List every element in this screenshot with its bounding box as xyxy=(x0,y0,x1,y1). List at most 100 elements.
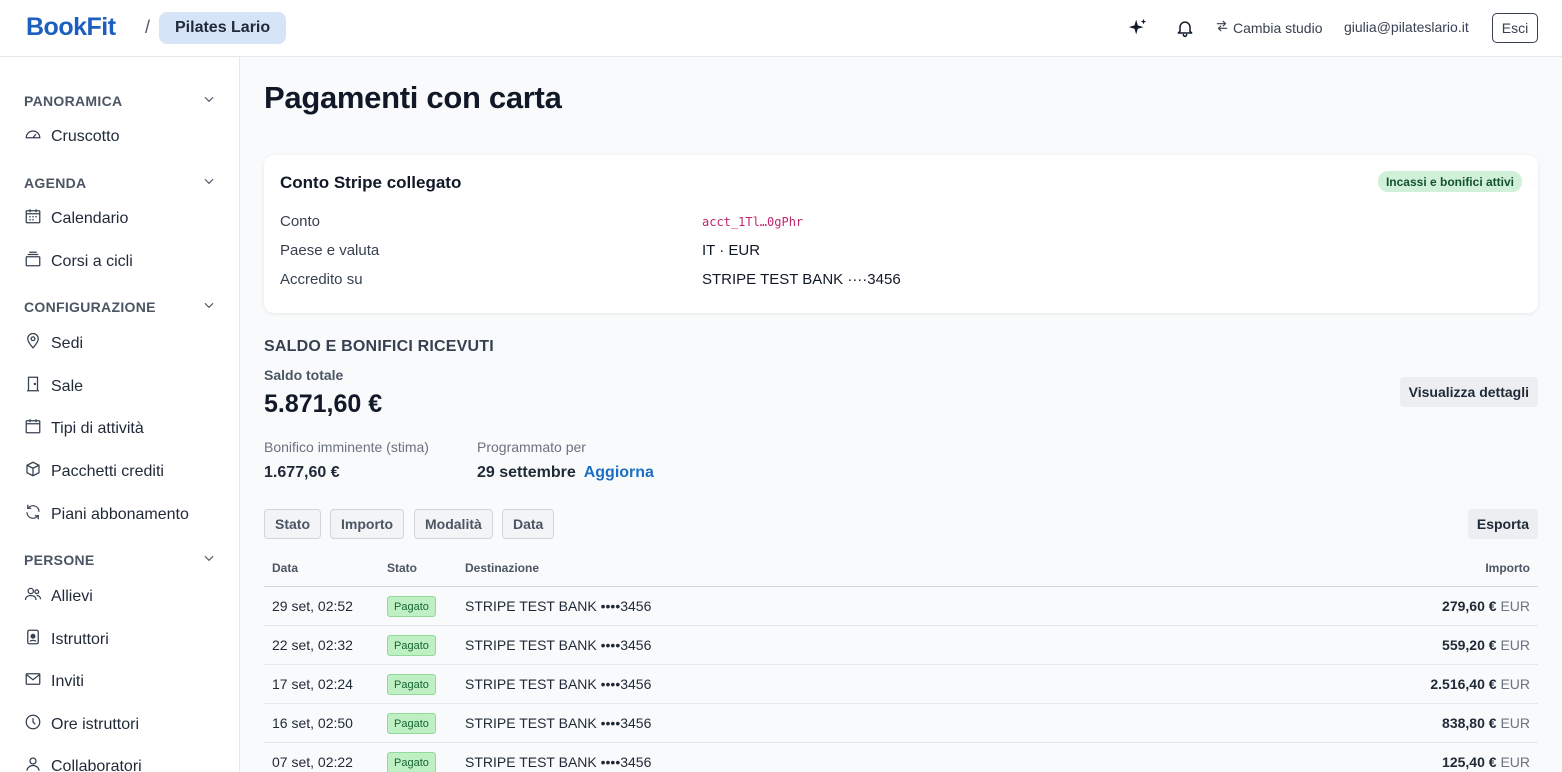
section-agenda[interactable]: AGENDA xyxy=(24,174,216,191)
payout-destination-label: Accredito su xyxy=(280,271,363,288)
row-date: 29 set, 02:52 xyxy=(272,598,353,614)
row-amount: 279,60 € EUR xyxy=(1442,598,1530,614)
amount-currency: EUR xyxy=(1500,598,1530,614)
row-destination: STRIPE TEST BANK ••••3456 xyxy=(465,676,652,692)
table-row[interactable]: 22 set, 02:32 Pagato STRIPE TEST BANK ••… xyxy=(264,626,1538,665)
layers-icon xyxy=(24,250,42,273)
amount-value: 838,80 € xyxy=(1442,715,1497,731)
sidebar-item-collaboratori[interactable]: Collaboratori xyxy=(24,755,142,772)
section-title: PANORAMICA xyxy=(24,92,123,109)
table-row[interactable]: 29 set, 02:52 Pagato STRIPE TEST BANK ••… xyxy=(264,587,1538,626)
stripe-account-card: Conto Stripe collegato Incassi e bonific… xyxy=(264,155,1538,313)
balance-section-title: SALDO E BONIFICI RICEVUTI xyxy=(264,338,494,355)
sidebar-item-label: Cruscotto xyxy=(51,127,120,145)
gauge-icon xyxy=(24,125,42,148)
chevron-down-icon xyxy=(202,551,216,568)
account-id-value: acct_1Tl…0gPhr xyxy=(702,215,804,229)
sidebar-item-cruscotto[interactable]: Cruscotto xyxy=(24,125,119,148)
chevron-down-icon xyxy=(202,92,216,109)
switch-studio-label: Cambia studio xyxy=(1233,19,1323,36)
row-date: 16 set, 02:50 xyxy=(272,715,353,731)
swap-icon xyxy=(1215,19,1229,36)
section-configurazione[interactable]: CONFIGURAZIONE xyxy=(24,298,216,315)
amount-value: 2.516,40 € xyxy=(1430,676,1497,692)
row-amount: 2.516,40 € EUR xyxy=(1430,676,1530,692)
row-destination: STRIPE TEST BANK ••••3456 xyxy=(465,754,652,770)
filter-date-button[interactable]: Data xyxy=(502,509,555,539)
column-header-status[interactable]: Stato xyxy=(387,561,417,575)
row-destination: STRIPE TEST BANK ••••3456 xyxy=(465,637,652,653)
brand-logo[interactable]: BookFit xyxy=(26,13,116,42)
sidebar-item-tipi-di-attivita[interactable]: Tipi di attività xyxy=(24,417,144,440)
amount-currency: EUR xyxy=(1500,715,1530,731)
sidebar-item-pacchetti-crediti[interactable]: Pacchetti crediti xyxy=(24,460,164,483)
amount-value: 125,40 € xyxy=(1442,754,1497,770)
user-icon xyxy=(24,755,42,772)
chevron-down-icon xyxy=(202,298,216,315)
calendar-blank-icon xyxy=(24,417,42,440)
status-badge: Pagato xyxy=(387,752,436,772)
id-badge-icon xyxy=(24,628,42,651)
sidebar-item-piani-abbonamento[interactable]: Piani abbonamento xyxy=(24,503,189,526)
refresh-link[interactable]: Aggiorna xyxy=(584,464,654,481)
row-date: 17 set, 02:24 xyxy=(272,676,353,692)
row-amount: 838,80 € EUR xyxy=(1442,715,1530,731)
status-badge: Pagato xyxy=(387,635,436,656)
section-panoramica[interactable]: PANORAMICA xyxy=(24,92,216,109)
filter-status-button[interactable]: Stato xyxy=(264,509,321,539)
sidebar-item-inviti[interactable]: Inviti xyxy=(24,670,84,693)
sidebar-item-label: Corsi a cicli xyxy=(51,252,133,270)
column-header-amount[interactable]: Importo xyxy=(1485,561,1530,575)
filter-amount-button[interactable]: Importo xyxy=(330,509,405,539)
sidebar-item-label: Ore istruttori xyxy=(51,715,140,733)
column-header-destination[interactable]: Destinazione xyxy=(465,561,539,575)
sidebar-item-label: Piani abbonamento xyxy=(51,505,189,523)
sidebar: PANORAMICA Cruscotto AGENDA Calendario C… xyxy=(0,57,240,772)
sidebar-item-label: Calendario xyxy=(51,209,129,227)
sidebar-item-istruttori[interactable]: Istruttori xyxy=(24,628,109,651)
sidebar-item-label: Collaboratori xyxy=(51,757,142,772)
sidebar-item-ore-istruttori[interactable]: Ore istruttori xyxy=(24,713,139,736)
amount-currency: EUR xyxy=(1500,754,1530,770)
map-pin-icon xyxy=(24,332,42,355)
sidebar-item-corsi-a-cicli[interactable]: Corsi a cicli xyxy=(24,250,133,273)
logout-button[interactable]: Esci xyxy=(1492,13,1538,43)
upcoming-payout-value: 1.677,60 € xyxy=(264,464,340,481)
sidebar-item-label: Istruttori xyxy=(51,630,109,648)
top-header: BookFit / Pilates Lario Cambia studio gi… xyxy=(0,0,1562,57)
column-header-date[interactable]: Data xyxy=(272,561,298,575)
table-row[interactable]: 16 set, 02:50 Pagato STRIPE TEST BANK ••… xyxy=(264,704,1538,743)
section-persone[interactable]: PERSONE xyxy=(24,551,216,568)
refresh-icon xyxy=(24,503,42,526)
breadcrumb-separator: / xyxy=(145,17,151,37)
main-content: Pagamenti con carta Conto Stripe collega… xyxy=(240,57,1562,772)
row-amount: 559,20 € EUR xyxy=(1442,637,1530,653)
table-header: Data Stato Destinazione Importo xyxy=(264,549,1538,587)
sidebar-item-label: Tipi di attività xyxy=(51,419,144,437)
view-details-button[interactable]: Visualizza dettagli xyxy=(1399,377,1538,407)
sidebar-item-calendario[interactable]: Calendario xyxy=(24,207,128,230)
sidebar-item-sale[interactable]: Sale xyxy=(24,375,83,398)
country-currency-label: Paese e valuta xyxy=(280,242,380,259)
mail-icon xyxy=(24,670,42,693)
filter-mode-button[interactable]: Modalità xyxy=(414,509,493,539)
users-icon xyxy=(24,585,42,608)
bell-icon[interactable] xyxy=(1173,16,1197,40)
row-destination: STRIPE TEST BANK ••••3456 xyxy=(465,715,652,731)
row-date: 07 set, 02:22 xyxy=(272,754,353,770)
sparkle-icon[interactable] xyxy=(1126,16,1150,40)
table-row[interactable]: 17 set, 02:24 Pagato STRIPE TEST BANK ••… xyxy=(264,665,1538,704)
sidebar-item-sedi[interactable]: Sedi xyxy=(24,332,83,355)
switch-studio-link[interactable]: Cambia studio xyxy=(1215,19,1323,36)
amount-value: 559,20 € xyxy=(1442,637,1497,653)
studio-selector[interactable]: Pilates Lario xyxy=(159,12,287,44)
sidebar-item-allievi[interactable]: Allievi xyxy=(24,585,93,608)
table-row[interactable]: 07 set, 02:22 Pagato STRIPE TEST BANK ••… xyxy=(264,743,1538,772)
sidebar-item-label: Pacchetti crediti xyxy=(51,462,164,480)
scheduled-label: Programmato per xyxy=(477,439,586,455)
export-button[interactable]: Esporta xyxy=(1467,509,1538,539)
scheduled-date-value: 29 settembre xyxy=(477,464,576,481)
section-title: CONFIGURAZIONE xyxy=(24,298,156,315)
package-icon xyxy=(24,460,42,483)
upcoming-payout-label: Bonifico imminente (stima) xyxy=(264,439,429,455)
